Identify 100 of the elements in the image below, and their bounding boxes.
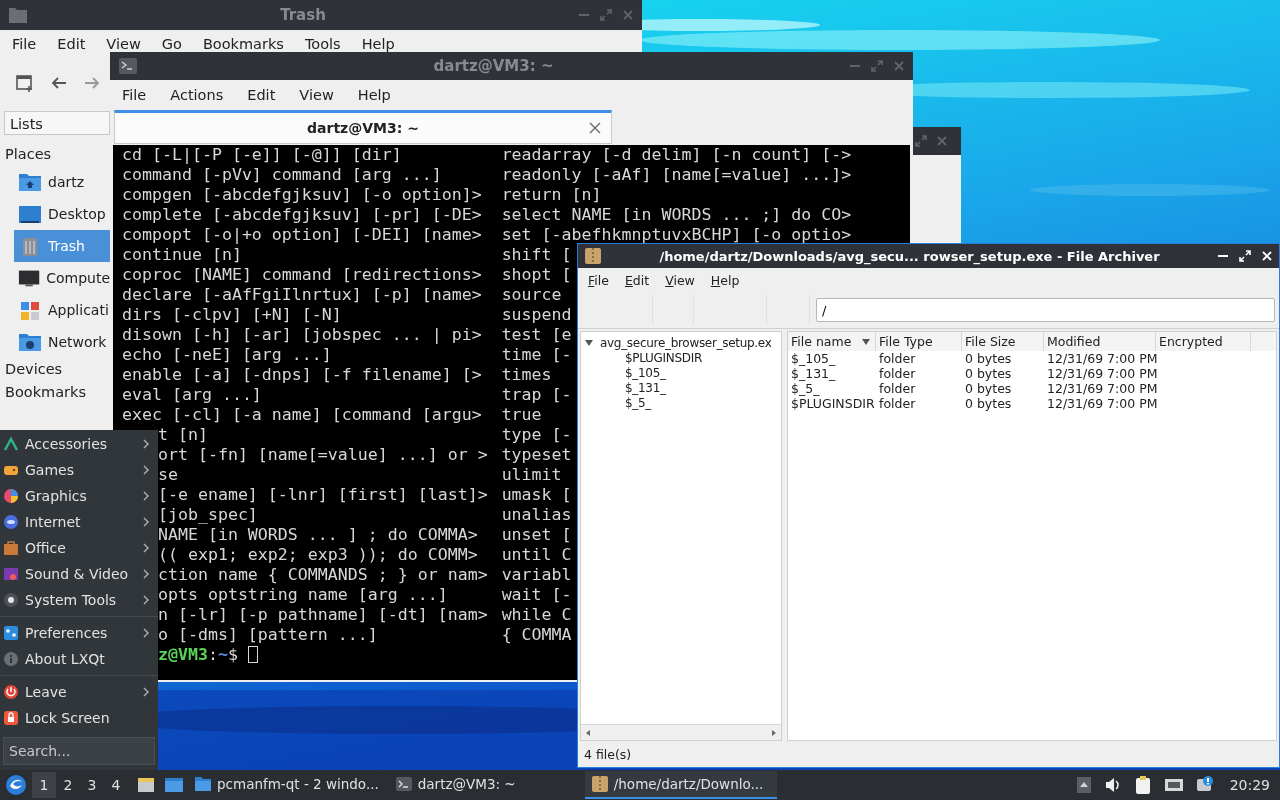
tree-item[interactable]: $PLUGINSDIR	[625, 350, 702, 365]
menu-item[interactable]: Sound & Video	[0, 561, 158, 587]
back-arrow-icon[interactable]	[50, 75, 68, 91]
sidebar-item[interactable]: Compute	[14, 262, 110, 294]
menu-item[interactable]: Games	[0, 457, 158, 483]
clipboard-icon[interactable]	[1133, 775, 1152, 795]
menu-item[interactable]: Edit	[247, 87, 276, 103]
sidebar-item[interactable]: Applicati	[14, 294, 110, 326]
menu-item[interactable]: Office	[0, 535, 158, 561]
terminal-line: suspend	[501, 305, 572, 325]
location-field[interactable]: /	[816, 298, 1275, 322]
new-tab-icon[interactable]	[15, 73, 35, 93]
table-cell-text: 0 bytes	[964, 396, 1013, 411]
table-cell-text: 12/31/69 7:00 PM	[1046, 366, 1156, 381]
file-manager-icon[interactable]	[164, 777, 184, 793]
menu-item[interactable]: Accessories	[0, 431, 158, 457]
tree-item[interactable]: $_131_	[625, 380, 666, 395]
monitor-icon	[18, 268, 41, 288]
terminal-tab[interactable]: dartz@VM3: ~	[114, 110, 612, 144]
taskbar-button[interactable]: dartz@VM3: ~	[388, 771, 581, 799]
sidebar-item[interactable]: Network	[14, 326, 110, 358]
menu-item[interactable]: Go	[161, 36, 182, 52]
terminal-line: eval [arg ...]	[122, 385, 262, 405]
terminal-line: t [n]	[157, 425, 208, 445]
column-header[interactable]: File name	[788, 332, 876, 351]
terminal-line: readarray [-d delim] [-n count] [->	[501, 145, 852, 165]
menu-item[interactable]: View	[299, 87, 334, 103]
close-icon[interactable]	[589, 122, 601, 134]
menu-item[interactable]: File	[122, 87, 147, 103]
prompt-path: ~	[217, 645, 228, 665]
tree-item[interactable]: $_5_	[625, 395, 652, 410]
scroll-right-icon[interactable]	[770, 728, 778, 737]
terminal-line: enable [-a] [-dnps] [-f filename] [>	[122, 365, 482, 385]
menu-item[interactable]: Graphics	[0, 483, 158, 509]
tray-expand-icon[interactable]	[1075, 776, 1092, 794]
column-header[interactable]: Encrypted	[1156, 332, 1251, 351]
menu-item[interactable]: Edit	[624, 272, 650, 288]
menu-item[interactable]: Help	[361, 36, 395, 52]
menu-item[interactable]: Lock Screen	[0, 705, 158, 731]
menu-item[interactable]: Edit	[57, 36, 86, 52]
menu-item[interactable]: About LXQt	[0, 646, 158, 672]
terminal-line: ort [-fn] [name[=value] ...] or >	[157, 445, 488, 465]
menu-item[interactable]: Actions	[170, 87, 224, 103]
clock[interactable]: 20:29	[1229, 777, 1270, 793]
color-wheel-icon	[3, 488, 19, 504]
pane-selector[interactable]: Lists	[4, 111, 110, 135]
scrollbar[interactable]	[581, 724, 781, 740]
sidebar-item[interactable]: dartz	[14, 166, 110, 198]
menu-item[interactable]: Tools	[304, 36, 341, 52]
menu-item[interactable]: Help	[357, 87, 391, 103]
desktop-switch[interactable]: 4	[104, 772, 128, 798]
menu-item[interactable]: File	[588, 272, 609, 288]
column-header[interactable]: Modified	[1044, 332, 1156, 351]
tree-item[interactable]: $_105_	[625, 365, 666, 380]
terminal-line: se	[157, 465, 178, 485]
terminal-line: declare [-aAfFgiIlnrtux] [-p] [name>	[122, 285, 482, 305]
menu-item[interactable]: Internet	[0, 509, 158, 535]
terminal-line: return [n]	[501, 185, 602, 205]
menu-item[interactable]: View	[106, 36, 141, 52]
menu-item[interactable]: System Tools	[0, 587, 158, 613]
section-heading: Places	[4, 145, 53, 164]
terminal-line: dirs [-clpv] [+N] [-N]	[122, 305, 342, 325]
archive-icon	[590, 775, 609, 793]
menu-item[interactable]: Leave	[0, 679, 158, 705]
terminal-line: wait [-	[501, 585, 572, 605]
column-header[interactable]: File Size	[962, 332, 1044, 351]
desktop-switch[interactable]: 3	[80, 772, 104, 798]
prompt-separator: :	[207, 645, 218, 665]
scroll-left-icon[interactable]	[584, 728, 592, 737]
prompt-host: z@VM3	[157, 645, 208, 665]
briefcase-icon	[3, 540, 19, 556]
terminal-line: echo [-neE] [arg ...]	[122, 345, 332, 365]
power-icon	[3, 684, 19, 700]
menu-item[interactable]: Preferences	[0, 620, 158, 646]
desktop-switch[interactable]: 2	[56, 772, 80, 798]
taskbar-button[interactable]: /home/dartz/Downlo...	[584, 771, 777, 799]
terminal-line: select NAME [in WORDS ... ;] do CO>	[501, 205, 852, 225]
show-desktop-icon[interactable]	[137, 777, 155, 793]
text-cursor	[247, 646, 258, 663]
applications-icon	[18, 299, 42, 321]
notification-icon[interactable]	[1195, 776, 1214, 794]
menu-item[interactable]: View	[665, 272, 695, 288]
expand-arrow-icon[interactable]	[584, 337, 594, 348]
start-menu-icon[interactable]	[5, 774, 27, 796]
search-field[interactable]: Search...	[3, 737, 155, 765]
menu-item[interactable]: Help	[710, 272, 740, 288]
sidebar-item[interactable]: Desktop	[14, 198, 110, 230]
volume-icon[interactable]	[1103, 777, 1122, 793]
column-header[interactable]: File Type	[876, 332, 962, 351]
table-cell-text: 0 bytes	[964, 351, 1013, 366]
terminal-line: umask [	[501, 485, 572, 505]
terminal-line: typeset	[501, 445, 572, 465]
desktop-switch[interactable]: 1	[32, 772, 56, 798]
terminal-line: [-e ename] [-lnr] [first] [last]>	[157, 485, 488, 505]
terminal-line: times	[501, 365, 552, 385]
menu-item[interactable]: Bookmarks	[202, 36, 284, 52]
network-icon[interactable]	[1163, 777, 1184, 793]
tree-item[interactable]: avg_secure_browser_setup.ex	[600, 335, 772, 350]
menu-item[interactable]: File	[12, 36, 37, 52]
taskbar-button[interactable]: pcmanfm-qt - 2 windo...	[188, 771, 385, 799]
